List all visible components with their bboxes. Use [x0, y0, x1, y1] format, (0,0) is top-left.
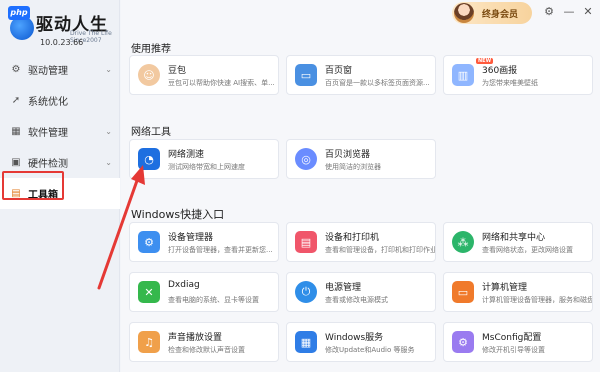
card-sound[interactable]: ♫ 声音播放设置 检查和修改默认声音设置: [129, 322, 279, 362]
sidebar-item-label: 系统优化: [28, 97, 68, 108]
computer-icon: ▭: [452, 281, 474, 303]
section-title-network: 网络工具: [131, 127, 171, 138]
card-title: Windows服务: [325, 333, 384, 343]
card-desc: 计算机管理设备管理器，服务和磁盘管...: [482, 296, 592, 304]
app-version: 10.0.23.66: [40, 38, 84, 47]
card-desc: 百页窗是一款以多标签页面资源...: [325, 79, 430, 87]
card-title: 网络测速: [168, 150, 205, 160]
chevron-down-icon: ⌄: [105, 127, 112, 136]
highlight-box: [2, 171, 64, 200]
card-title: 360画报: [482, 66, 518, 76]
sidebar-item-label: 驱动管理: [28, 66, 68, 77]
card-title: MsConfig配置: [482, 333, 542, 343]
chevron-down-icon: ⌄: [105, 65, 112, 74]
chip-icon: ▣: [11, 157, 21, 168]
card-desc: 测试网络带宽和上网速度: [168, 163, 245, 171]
card-desc: 豆包可以帮助你快速 AI搜索、单...: [168, 79, 275, 87]
card-speedtest[interactable]: ◔ 网络测速 测试网络带宽和上网速度: [129, 139, 279, 179]
card-devices-printers[interactable]: ▤ 设备和打印机 查看和管理设备，打印机和打印作业: [286, 222, 436, 262]
section-title-recommended: 使用推荐: [131, 44, 171, 55]
card-title: 计算机管理: [482, 283, 528, 293]
sidebar-item-software[interactable]: ▦ 软件管理 ⌄: [0, 116, 120, 147]
card-computer-management[interactable]: ▭ 计算机管理 计算机管理设备管理器，服务和磁盘管...: [443, 272, 593, 312]
card-desc: 查看电脑的系统、显卡等设置: [168, 296, 259, 304]
php-badge: php: [8, 6, 30, 20]
msconfig-icon: ⚙: [452, 331, 474, 353]
close-icon[interactable]: ✕: [581, 5, 595, 19]
card-title: 设备和打印机: [325, 233, 380, 243]
main-panel: 使用推荐 ☺ 豆包 豆包可以帮助你快速 AI搜索、单... ▭ 百页窗 百页窗是…: [97, 0, 600, 372]
card-title: 设备管理器: [168, 233, 214, 243]
folder-icon: ▭: [295, 64, 317, 86]
card-title: 豆包: [168, 66, 187, 76]
sidebar-item-driver[interactable]: ⚙ 驱动管理 ⌄: [0, 54, 120, 85]
card-title: 声音播放设置: [168, 333, 223, 343]
rocket-icon: ➚: [11, 95, 21, 106]
card-browser[interactable]: ◎ 百贝浏览器 使用简洁的浏览器: [286, 139, 436, 179]
grid-icon: ▦: [11, 126, 21, 137]
card-desc: 为您带来唯美壁纸: [482, 79, 538, 87]
card-desc: 修改Update和Audio 等服务: [325, 346, 415, 354]
sidebar-item-label: 硬件检测: [28, 159, 68, 170]
card-title: 百贝浏览器: [325, 150, 371, 160]
card-windows-services[interactable]: ▦ Windows服务 修改Update和Audio 等服务: [286, 322, 436, 362]
vip-button[interactable]: 终身会员: [452, 2, 532, 24]
card-device-manager[interactable]: ⚙ 设备管理器 打开设备管理器，查看并更新您...: [129, 222, 279, 262]
card-power[interactable]: ⏻ 电源管理 查看或修改电源模式: [286, 272, 436, 312]
wallpaper-icon: ▥: [452, 64, 474, 86]
windows-icon: ▦: [295, 331, 317, 353]
card-msconfig[interactable]: ⚙ MsConfig配置 修改开机引导等设置: [443, 322, 593, 362]
sound-icon: ♫: [138, 331, 160, 353]
gear-icon[interactable]: ⚙: [542, 5, 556, 19]
card-desc: 打开设备管理器，查看并更新您...: [168, 246, 273, 254]
card-desc: 检查和修改默认声音设置: [168, 346, 245, 354]
sidebar-item-optimize[interactable]: ➚ 系统优化: [0, 85, 120, 116]
minimize-icon[interactable]: —: [562, 5, 576, 19]
card-title: 网络和共享中心: [482, 233, 546, 243]
avatar: [454, 3, 474, 23]
printer-icon: ▤: [295, 231, 317, 253]
vip-label: 终身会员: [482, 9, 519, 20]
card-360-huabao[interactable]: ▥ NEW 360画报 为您带来唯美壁纸: [443, 55, 593, 95]
card-doubao[interactable]: ☺ 豆包 豆包可以帮助你快速 AI搜索、单...: [129, 55, 279, 95]
card-baiyechuang[interactable]: ▭ 百页窗 百页窗是一款以多标签页面资源...: [286, 55, 436, 95]
card-title: 电源管理: [325, 283, 362, 293]
card-title: Dxdiag: [168, 280, 200, 290]
gear-icon: ⚙: [11, 64, 21, 75]
card-dxdiag[interactable]: ✕ Dxdiag 查看电脑的系统、显卡等设置: [129, 272, 279, 312]
doubao-icon: ☺: [138, 64, 160, 86]
sidebar-item-label: 软件管理: [28, 128, 68, 139]
power-icon: ⏻: [295, 281, 317, 303]
card-desc: 修改开机引导等设置: [482, 346, 545, 354]
card-desc: 查看或修改电源模式: [325, 296, 388, 304]
browser-icon: ◎: [295, 148, 317, 170]
annotation-arrow: [97, 165, 145, 290]
network-share-icon: ⁂: [452, 231, 474, 253]
card-desc: 查看和管理设备，打印机和打印作业: [325, 246, 435, 254]
card-network-sharing[interactable]: ⁂ 网络和共享中心 查看网络状态，更改网络设置: [443, 222, 593, 262]
card-desc: 使用简洁的浏览器: [325, 163, 381, 171]
card-desc: 查看网络状态，更改网络设置: [482, 246, 573, 254]
card-title: 百页窗: [325, 66, 353, 76]
